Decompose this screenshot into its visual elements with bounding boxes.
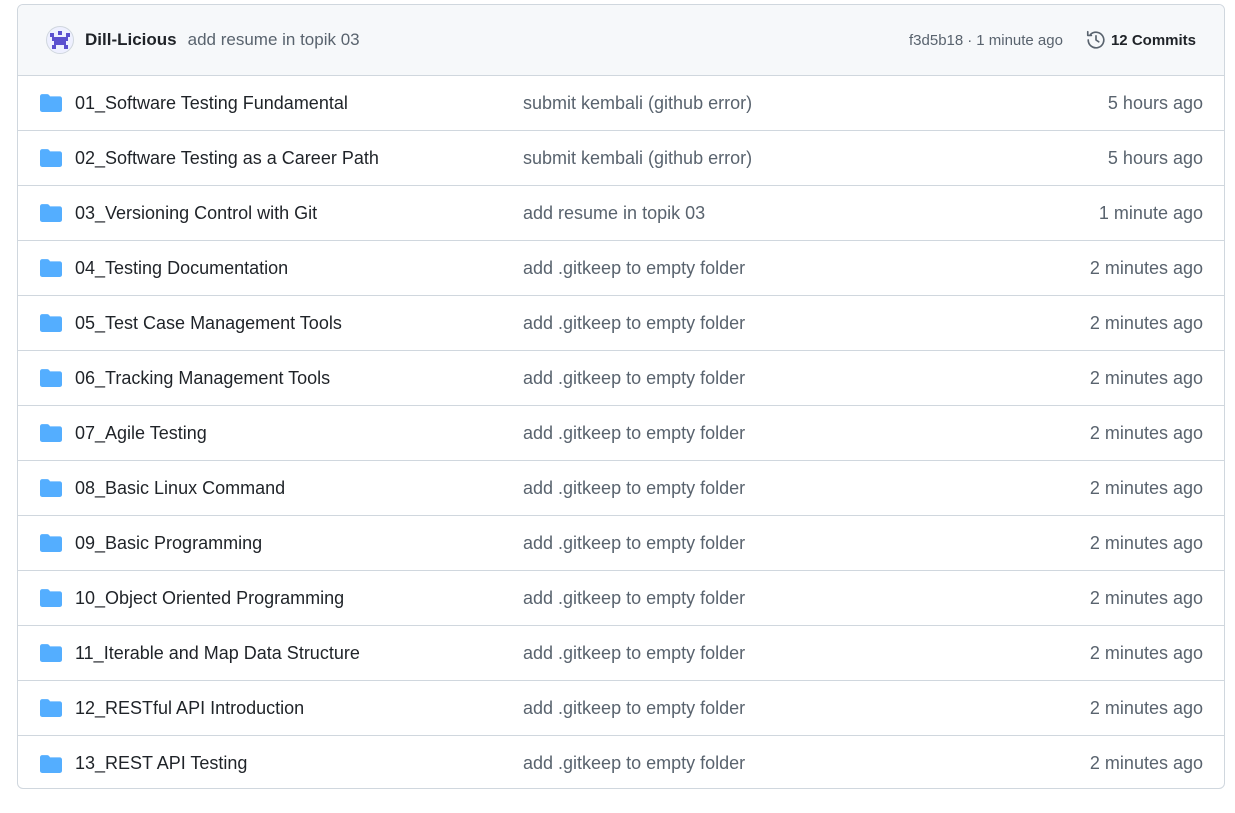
file-commit-message-link[interactable]: add .gitkeep to empty folder: [523, 258, 745, 279]
file-commit-time: 2 minutes ago: [1089, 367, 1203, 388]
file-commit-message-link[interactable]: add .gitkeep to empty folder: [523, 643, 745, 664]
file-commit-time: 5 hours ago: [1107, 92, 1203, 113]
folder-icon: [40, 589, 62, 607]
file-commit-message-link[interactable]: add resume in topik 03: [523, 203, 705, 224]
folder-icon: [40, 369, 62, 387]
folder-icon: [40, 754, 62, 773]
file-commit-message-link[interactable]: add .gitkeep to empty folder: [523, 588, 745, 609]
file-row[interactable]: 03_Versioning Control with Git add resume…: [18, 186, 1224, 241]
file-row[interactable]: 09_Basic Programming add .gitkeep to empt…: [18, 516, 1224, 571]
file-name-link[interactable]: 11_Iterable and Map Data Structure: [75, 643, 360, 664]
file-name-link[interactable]: 01_Software Testing Fundamental: [75, 93, 348, 114]
file-commit-time: 1 minute ago: [1098, 202, 1203, 223]
pixel-avatar-icon[interactable]: [46, 26, 74, 54]
folder-icon: [40, 644, 62, 662]
commits-history-button[interactable]: 12 Commits: [1085, 29, 1196, 51]
folder-icon: [40, 699, 62, 717]
folder-icon: [40, 314, 62, 332]
folder-icon: [40, 259, 62, 277]
file-row[interactable]: 07_Agile Testing add .gitkeep to empty fo…: [18, 406, 1224, 461]
file-name-link[interactable]: 09_Basic Programming: [75, 533, 262, 554]
file-row[interactable]: 12_RESTful API Introduction add .gitkeep …: [18, 681, 1224, 736]
file-row[interactable]: 05_Test Case Management Tools add .gitkee…: [18, 296, 1224, 351]
history-clock-icon: [1086, 30, 1105, 49]
file-name-link[interactable]: 02_Software Testing as a Career Path: [75, 148, 379, 169]
latest-commit-message-link[interactable]: add resume in topik 03: [188, 30, 360, 50]
file-row[interactable]: 08_Basic Linux Command add .gitkeep to em…: [18, 461, 1224, 516]
file-commit-time: 2 minutes ago: [1089, 312, 1203, 333]
file-commit-time: 2 minutes ago: [1089, 477, 1203, 498]
file-row[interactable]: 02_Software Testing as a Career Path subm…: [18, 131, 1224, 186]
file-commit-message-link[interactable]: add .gitkeep to empty folder: [523, 368, 745, 389]
file-name-link[interactable]: 12_RESTful API Introduction: [75, 698, 304, 719]
folder-icon: [40, 534, 62, 552]
file-commit-time: 2 minutes ago: [1089, 642, 1203, 663]
file-name-link[interactable]: 04_Testing Documentation: [75, 258, 288, 279]
file-rows: 01_Software Testing Fundamental submit ke…: [18, 76, 1224, 788]
file-commit-message-link[interactable]: add .gitkeep to empty folder: [523, 698, 745, 719]
file-name-link[interactable]: 13_REST API Testing: [75, 753, 247, 774]
commit-author-link[interactable]: Dill-Licious: [85, 30, 177, 50]
file-name-link[interactable]: 07_Agile Testing: [75, 423, 207, 444]
commit-meta: f3d5b18 · 1 minute ago 12 Commits: [909, 29, 1196, 51]
file-row[interactable]: 04_Testing Documentation add .gitkeep to …: [18, 241, 1224, 296]
folder-icon: [40, 479, 62, 497]
file-commit-message-link[interactable]: add .gitkeep to empty folder: [523, 478, 745, 499]
file-name-link[interactable]: 06_Tracking Management Tools: [75, 368, 330, 389]
latest-commit-header: Dill-Licious add resume in topik 03 f3d5…: [18, 5, 1224, 76]
file-commit-message-link[interactable]: submit kembali (github error): [523, 148, 752, 169]
file-row[interactable]: 13_REST API Testing add .gitkeep to empty…: [18, 736, 1224, 788]
file-list-box: Dill-Licious add resume in topik 03 f3d5…: [17, 4, 1225, 789]
folder-icon: [40, 94, 62, 112]
file-commit-time: 2 minutes ago: [1089, 257, 1203, 278]
folder-icon: [40, 424, 62, 442]
folder-icon: [40, 204, 62, 222]
file-commit-time: 2 minutes ago: [1089, 697, 1203, 718]
file-name-link[interactable]: 03_Versioning Control with Git: [75, 203, 317, 224]
file-name-link[interactable]: 05_Test Case Management Tools: [75, 313, 342, 334]
file-name-link[interactable]: 08_Basic Linux Command: [75, 478, 285, 499]
file-commit-message-link[interactable]: submit kembali (github error): [523, 93, 752, 114]
commits-count-label[interactable]: 12 Commits: [1111, 32, 1196, 49]
meta-separator: ·: [967, 31, 973, 49]
file-row[interactable]: 01_Software Testing Fundamental submit ke…: [18, 76, 1224, 131]
file-commit-time: 2 minutes ago: [1089, 422, 1203, 443]
file-commit-message-link[interactable]: add .gitkeep to empty folder: [523, 533, 745, 554]
file-commit-time: 2 minutes ago: [1089, 587, 1203, 608]
file-row[interactable]: 06_Tracking Management Tools add .gitkeep…: [18, 351, 1224, 406]
file-commit-message-link[interactable]: add .gitkeep to empty folder: [523, 753, 745, 774]
commit-sha-link[interactable]: f3d5b18: [909, 32, 963, 49]
file-commit-message-link[interactable]: add .gitkeep to empty folder: [523, 313, 745, 334]
file-commit-time: 2 minutes ago: [1089, 753, 1203, 773]
file-row[interactable]: 11_Iterable and Map Data Structure add .g…: [18, 626, 1224, 681]
commit-time: 1 minute ago: [976, 31, 1063, 49]
folder-icon: [40, 149, 62, 167]
file-name-link[interactable]: 10_Object Oriented Programming: [75, 588, 344, 609]
file-commit-time: 5 hours ago: [1107, 147, 1203, 168]
file-row[interactable]: 10_Object Oriented Programming add .gitke…: [18, 571, 1224, 626]
file-commit-message-link[interactable]: add .gitkeep to empty folder: [523, 423, 745, 444]
file-commit-time: 2 minutes ago: [1089, 532, 1203, 553]
